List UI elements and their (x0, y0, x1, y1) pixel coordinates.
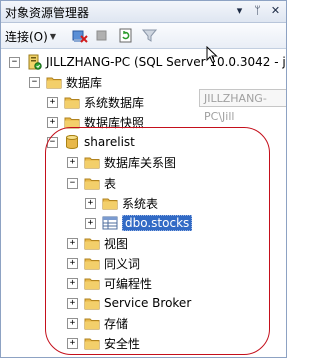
collapse-toggle[interactable]: − (47, 136, 58, 148)
folder-icon (84, 175, 100, 191)
collapse-toggle[interactable]: − (67, 177, 78, 189)
database-icon (64, 134, 80, 150)
tree-node-views[interactable]: + 视图 (67, 234, 128, 252)
tree-node-server[interactable]: − JILLZHANG-PC (SQL Server 10.0.3042 - j… (9, 53, 287, 71)
tree-node-label: 数据库 (66, 75, 103, 90)
folder-icon (64, 114, 80, 130)
tree-node-programmability[interactable]: + 可编程性 (67, 274, 152, 292)
expand-toggle[interactable]: + (67, 257, 78, 269)
pin-icon[interactable]: ᛘ (250, 3, 265, 18)
title-buttons: ▾ ᛘ ✕ (232, 3, 283, 18)
connect-label: 连接(O) (5, 30, 48, 44)
tree-node-label: 安全性 (104, 336, 141, 351)
expand-toggle[interactable]: + (67, 317, 78, 329)
mouse-cursor-icon (206, 45, 218, 67)
folder-icon (46, 74, 62, 90)
tree-node-diagrams[interactable]: + 数据库关系图 (67, 153, 176, 171)
tree-node-sharelist[interactable]: − sharelist (47, 133, 135, 151)
expand-toggle[interactable]: + (47, 96, 58, 108)
expand-toggle[interactable]: + (85, 197, 96, 209)
folder-icon (84, 275, 100, 291)
folder-icon (84, 315, 100, 331)
tree-node-storage[interactable]: + 存储 (67, 314, 128, 332)
tree-node-database-snapshots[interactable]: + 数据库快照 (47, 113, 144, 131)
tree-node-label: sharelist (84, 135, 135, 149)
close-icon[interactable]: ✕ (268, 3, 283, 18)
tree-node-label: 视图 (104, 236, 129, 251)
stop-icon[interactable] (94, 28, 109, 43)
server-icon (26, 54, 42, 70)
folder-icon (84, 154, 100, 170)
table-icon (102, 215, 118, 231)
folder-icon (84, 295, 100, 311)
tooltip-overlay: JILLZHANG-PC\Jill (199, 89, 286, 123)
expand-toggle[interactable]: + (67, 237, 78, 249)
tree-node-label: 系统数据库 (84, 95, 145, 110)
tree-node-label: 系统表 (122, 196, 159, 211)
tree-node-synonyms[interactable]: + 同义词 (67, 254, 140, 272)
tree-node-label: 数据库快照 (84, 115, 145, 130)
folder-icon (84, 235, 100, 251)
tree-node-label: 同义词 (104, 256, 141, 271)
tree-node-security[interactable]: + 安全性 (67, 334, 140, 352)
expand-toggle[interactable]: + (67, 156, 78, 168)
tree-node-tables[interactable]: − 表 (67, 174, 116, 192)
object-explorer-panel: 对象资源管理器 ▾ ᛘ ✕ 连接(O) ▼ − JILLZHANG-PC (SQ… (0, 0, 287, 358)
folder-icon (84, 255, 100, 271)
expand-toggle[interactable]: + (67, 337, 78, 349)
disconnect-icon[interactable] (72, 28, 88, 43)
toolbar: 连接(O) ▼ (1, 23, 286, 49)
panel-title: 对象资源管理器 (5, 6, 90, 20)
tree-node-label: Service Broker (104, 296, 192, 310)
tree-node-dbo-stocks[interactable]: + dbo.stocks (85, 214, 193, 232)
tree-node-label: 存储 (104, 316, 129, 331)
expand-toggle[interactable]: + (47, 116, 58, 128)
tree-node-label: 数据库关系图 (104, 155, 177, 170)
collapse-toggle[interactable]: − (29, 76, 40, 88)
tree-node-system-tables[interactable]: + 系统表 (85, 194, 158, 212)
tree-node-label: dbo.stocks (122, 215, 193, 231)
connect-button[interactable]: 连接(O) ▼ (5, 28, 56, 45)
expand-toggle[interactable]: + (67, 297, 78, 309)
tree-node-service-broker[interactable]: + Service Broker (67, 294, 191, 312)
chevron-down-icon: ▼ (49, 32, 56, 41)
folder-icon (84, 335, 100, 351)
folder-icon (64, 94, 80, 110)
tree-node-label: 可编程性 (104, 276, 153, 291)
folder-icon (102, 195, 118, 211)
tree-node-system-databases[interactable]: + 系统数据库 (47, 93, 144, 111)
expand-toggle[interactable]: + (85, 217, 96, 229)
tree-node-label: JILLZHANG-PC (SQL Server 10.0.3042 - jil… (46, 55, 287, 69)
collapse-toggle[interactable]: − (9, 56, 20, 68)
panel-title-bar: 对象资源管理器 ▾ ᛘ ✕ (1, 1, 286, 23)
tree-node-databases[interactable]: − 数据库 (29, 73, 102, 91)
window-position-dropdown-icon[interactable]: ▾ (232, 3, 247, 18)
expand-toggle[interactable]: + (67, 277, 78, 289)
filter-icon[interactable] (142, 28, 157, 43)
tree-node-label: 表 (104, 176, 117, 191)
refresh-icon[interactable] (118, 28, 133, 43)
